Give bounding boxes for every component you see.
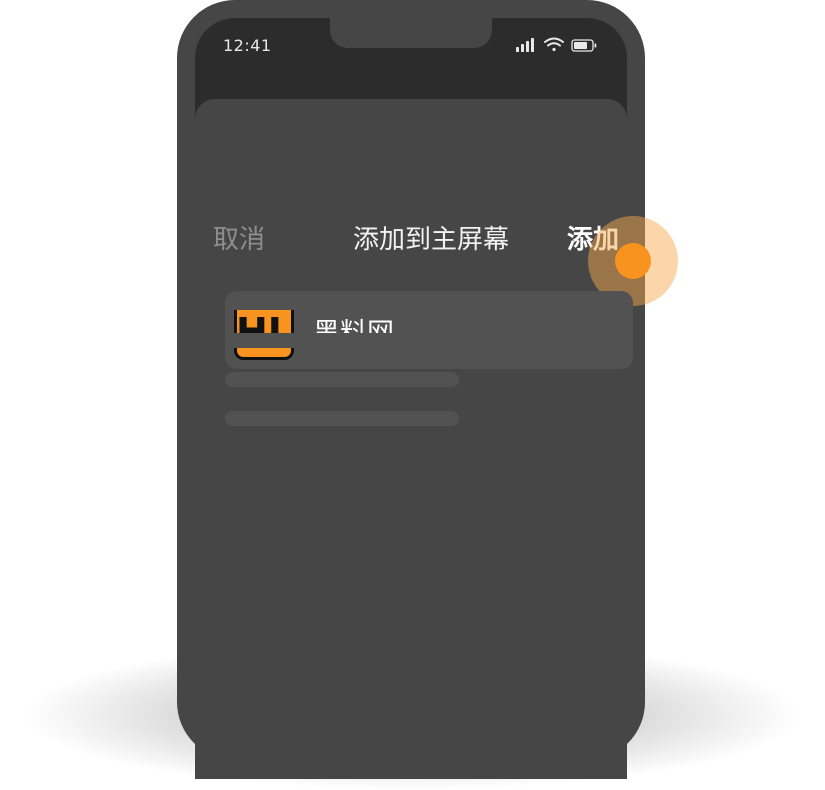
add-to-home-sheet: 取消 添加到主屏幕 添加 HL 黑料网 — [195, 99, 678, 779]
phone-notch — [330, 18, 492, 48]
battery-icon — [571, 39, 597, 52]
wifi-icon — [544, 37, 564, 52]
phone-frame: 12:41 取消 添加到主屏幕 添加 HL 黑 — [177, 0, 678, 779]
cancel-button[interactable]: 取消 — [213, 219, 265, 256]
placeholder-line — [225, 372, 459, 387]
status-icons — [516, 37, 597, 52]
status-time: 12:41 — [223, 36, 272, 55]
sheet-title: 添加到主屏幕 — [352, 225, 509, 255]
placeholder-line — [225, 295, 633, 310]
placeholder-line — [225, 333, 633, 348]
signal-icon — [516, 38, 534, 52]
placeholder-line — [225, 411, 459, 426]
tap-indicator-dot — [615, 243, 651, 279]
